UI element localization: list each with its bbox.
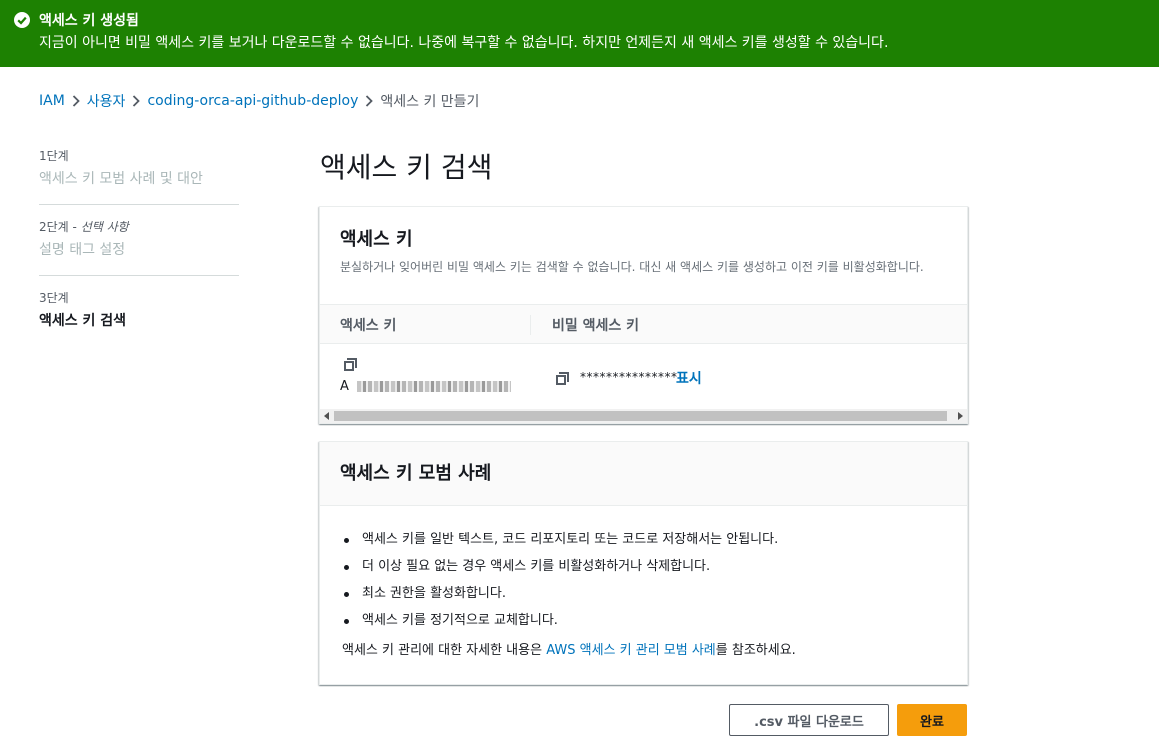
redacted-pixelation <box>356 381 511 392</box>
scroll-right-icon[interactable] <box>958 412 963 420</box>
column-divider <box>530 315 531 335</box>
access-key-value: A <box>340 379 511 394</box>
flash-message: 지금이 아니면 비밀 액세스 키를 보거나 다운로드할 수 없습니다. 나중에 … <box>39 35 889 51</box>
best-practices-link[interactable]: AWS 액세스 키 관리 모범 사례 <box>546 643 716 658</box>
step-label: 액세스 키 검색 <box>39 313 127 329</box>
breadcrumb: IAM 사용자 coding-orca-api-github-deploy 액세… <box>39 91 479 111</box>
best-practices-panel: 액세스 키 모범 사례 액세스 키를 일반 텍스트, 코드 리포지토리 또는 코… <box>319 441 968 685</box>
panel-title: 액세스 키 <box>340 229 413 250</box>
more-info-text: 액세스 키 관리에 대한 자세한 내용은 AWS 액세스 키 관리 모범 사례를… <box>342 643 796 658</box>
horizontal-scrollbar[interactable] <box>320 409 967 423</box>
copy-icon[interactable] <box>556 372 570 386</box>
breadcrumb-user-name[interactable]: coding-orca-api-github-deploy <box>147 93 358 109</box>
list-item: 더 이상 필요 없는 경우 액세스 키를 비활성화하거나 삭제합니다. <box>342 553 778 580</box>
success-check-icon <box>14 12 30 28</box>
step-2[interactable]: 2단계 - 선택 사항 설명 태그 설정 <box>39 219 239 276</box>
download-csv-button[interactable]: .csv 파일 다운로드 <box>729 704 889 736</box>
breadcrumb-current: 액세스 키 만들기 <box>380 94 480 110</box>
panel-title: 액세스 키 모범 사례 <box>340 463 492 484</box>
chevron-right-icon <box>65 93 87 109</box>
show-secret-link[interactable]: 표시 <box>676 368 702 388</box>
best-practices-list: 액세스 키를 일반 텍스트, 코드 리포지토리 또는 코드로 저장해서는 안됩니… <box>342 526 778 634</box>
step-label: 설명 태그 설정 <box>39 242 126 258</box>
scroll-left-icon[interactable] <box>324 412 329 420</box>
scrollbar-thumb[interactable] <box>334 411 947 421</box>
done-button[interactable]: 완료 <box>897 704 967 736</box>
step-number: 3단계 <box>39 291 69 305</box>
panel-description: 분실하거나 잊어버린 비밀 액세스 키는 검색할 수 없습니다. 대신 새 액세… <box>340 260 924 274</box>
copy-icon[interactable] <box>344 358 358 372</box>
access-key-panel: 액세스 키 분실하거나 잊어버린 비밀 액세스 키는 검색할 수 없습니다. 대… <box>319 206 968 424</box>
table-header: 액세스 키 비밀 액세스 키 <box>320 304 967 344</box>
step-number: 1단계 <box>39 149 69 163</box>
page-title: 액세스 키 검색 <box>320 151 493 184</box>
secret-key-masked: *************** <box>580 370 678 384</box>
column-access-key: 액세스 키 <box>340 318 397 334</box>
step-1[interactable]: 1단계 액세스 키 모범 사례 및 대안 <box>39 148 239 205</box>
breadcrumb-iam[interactable]: IAM <box>39 93 65 109</box>
wizard-steps: 1단계 액세스 키 모범 사례 및 대안 2단계 - 선택 사항 설명 태그 설… <box>39 148 239 360</box>
success-flash-banner: 액세스 키 생성됨 지금이 아니면 비밀 액세스 키를 보거나 다운로드할 수 … <box>0 0 1159 67</box>
table-row: A *************** 표시 <box>320 345 967 409</box>
panel-header: 액세스 키 모범 사례 <box>320 442 967 506</box>
breadcrumb-users[interactable]: 사용자 <box>87 91 126 111</box>
chevron-right-icon <box>125 93 147 109</box>
step-number: 2단계 - 선택 사항 <box>39 220 129 234</box>
chevron-right-icon <box>358 93 380 109</box>
step-label: 액세스 키 모범 사례 및 대안 <box>39 171 203 187</box>
panel-header: 액세스 키 분실하거나 잊어버린 비밀 액세스 키는 검색할 수 없습니다. 대… <box>320 207 967 304</box>
optional-tag: 선택 사항 <box>80 220 129 234</box>
flash-title: 액세스 키 생성됨 <box>39 13 139 29</box>
list-item: 액세스 키를 일반 텍스트, 코드 리포지토리 또는 코드로 저장해서는 안됩니… <box>342 526 778 553</box>
column-secret-key: 비밀 액세스 키 <box>552 318 640 334</box>
step-3: 3단계 액세스 키 검색 <box>39 290 239 346</box>
list-item: 액세스 키를 정기적으로 교체합니다. <box>342 607 778 634</box>
list-item: 최소 권한을 활성화합니다. <box>342 580 778 607</box>
